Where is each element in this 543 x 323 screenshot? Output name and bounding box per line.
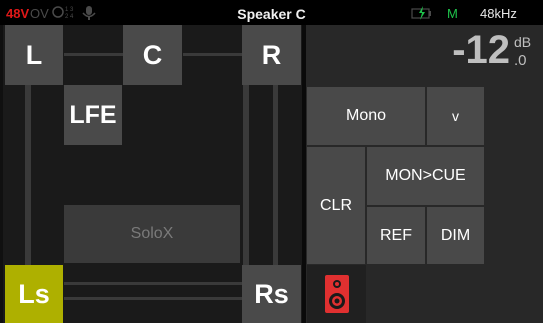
speaker-button-r[interactable]: R [242, 25, 301, 85]
speaker-icon-button[interactable] [307, 265, 366, 323]
speaker-button-rs[interactable]: Rs [242, 265, 301, 323]
connector-line [64, 297, 242, 300]
speaker-icon [324, 275, 349, 313]
ref-button[interactable]: REF [367, 207, 425, 264]
volume-value[interactable]: -12 [452, 28, 510, 73]
connector-line [64, 53, 123, 56]
page-title: Speaker C [237, 6, 306, 22]
connector-line [64, 282, 242, 285]
mode-dropdown-button[interactable]: v [427, 87, 484, 145]
mon-cue-button[interactable]: MON>CUE [367, 147, 484, 205]
clear-button[interactable]: CLR [307, 147, 365, 264]
speaker-button-l[interactable]: L [5, 25, 63, 85]
solox-button[interactable]: SoloX [64, 205, 240, 263]
mono-button[interactable]: Mono [307, 87, 425, 145]
speaker-button-lfe[interactable]: LFE [64, 85, 122, 145]
volume-decimal: .0 [514, 52, 527, 69]
mode-indicator: M [447, 6, 458, 21]
battery-charging-icon [411, 6, 431, 20]
dim-button[interactable]: DIM [427, 207, 484, 264]
connector-line [183, 53, 242, 56]
connector-line [25, 80, 31, 265]
speaker-button-c[interactable]: C [123, 25, 182, 85]
volume-unit: dB [514, 34, 532, 50]
speaker-button-ls[interactable]: Ls [5, 265, 63, 323]
connector-line [273, 80, 278, 265]
sample-rate: 48kHz [480, 6, 517, 21]
connector-line [243, 80, 249, 265]
